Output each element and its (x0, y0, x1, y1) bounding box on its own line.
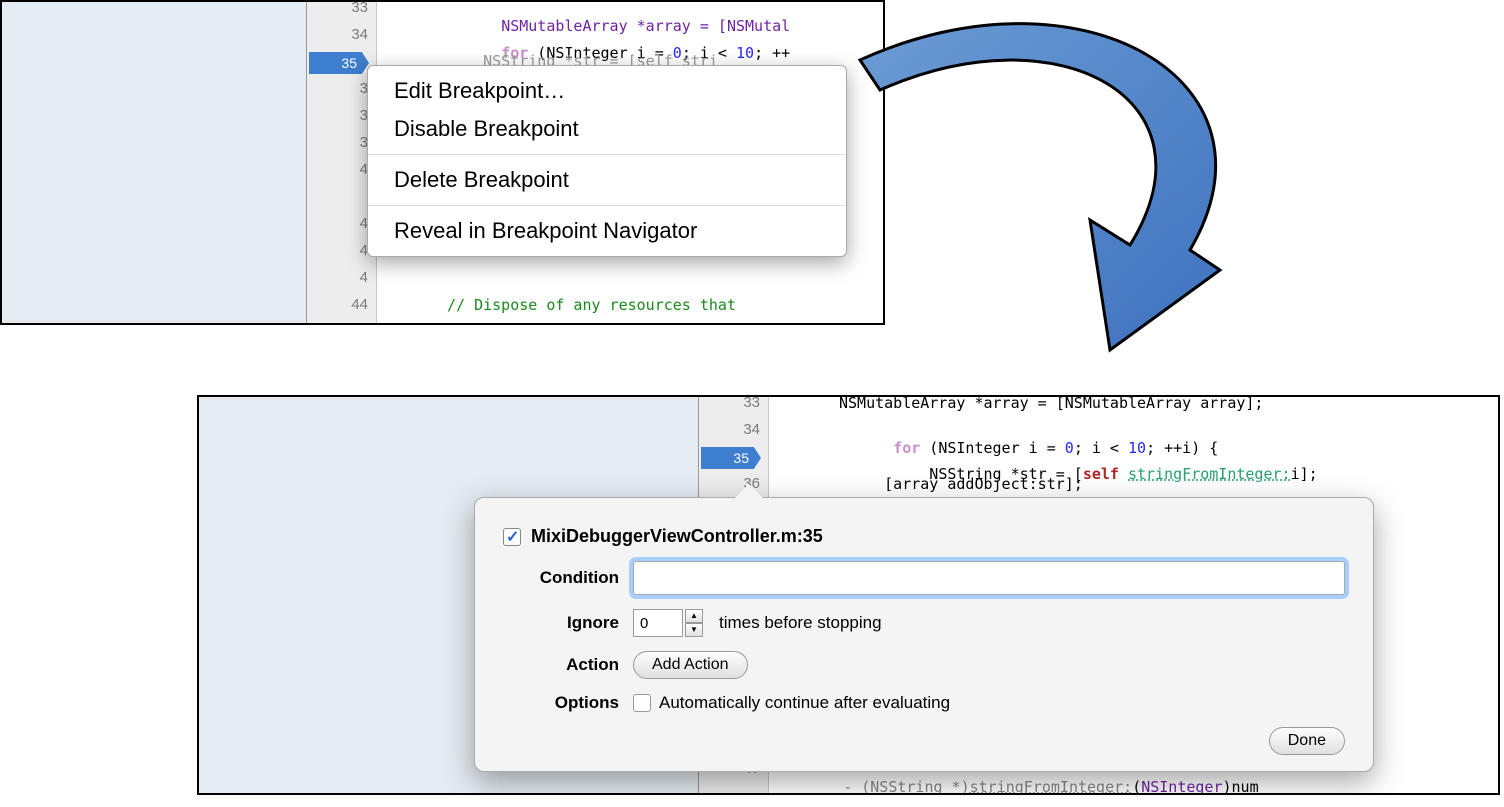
ignore-count-input[interactable] (633, 609, 683, 637)
menu-item-disable-breakpoint[interactable]: Disable Breakpoint (368, 110, 846, 148)
code-line: [array addObject:str]; (839, 475, 1083, 493)
auto-continue-text: Automatically continue after evaluating (659, 693, 950, 713)
condition-input[interactable] (633, 561, 1345, 595)
action-label: Action (503, 655, 633, 675)
stepper-up-icon[interactable]: ▲ (685, 609, 703, 623)
line-number: 34 (743, 421, 760, 438)
menu-separator (368, 154, 846, 155)
line-number: 44 (351, 296, 368, 313)
done-button[interactable]: Done (1269, 727, 1345, 755)
line-number: 34 (351, 26, 368, 43)
top-screenshot-panel: 33 34 3 3 3 4 4 4 4 44 35 NSMutableArray… (0, 0, 885, 325)
breakpoint-context-menu: Edit Breakpoint… Disable Breakpoint Dele… (367, 65, 847, 257)
add-action-button[interactable]: Add Action (633, 651, 748, 679)
breakpoint-editor-popover: MixiDebuggerViewController.m:35 Conditio… (474, 497, 1374, 772)
ignore-label: Ignore (503, 613, 633, 633)
line-number: 33 (351, 0, 368, 16)
ignore-suffix-text: times before stopping (719, 613, 882, 633)
code-line: // Dispose of any resources that (447, 296, 736, 314)
transition-arrow-icon (820, 0, 1320, 390)
condition-label: Condition (503, 568, 633, 588)
menu-item-delete-breakpoint[interactable]: Delete Breakpoint (368, 161, 846, 199)
navigator-sidebar (2, 2, 307, 323)
options-label: Options (503, 693, 633, 713)
breakpoint-marker[interactable]: 35 (701, 447, 761, 469)
breakpoint-enabled-checkbox[interactable] (503, 528, 521, 546)
menu-separator (368, 205, 846, 206)
menu-item-reveal-breakpoint[interactable]: Reveal in Breakpoint Navigator (368, 212, 846, 250)
menu-item-edit-breakpoint[interactable]: Edit Breakpoint… (368, 72, 846, 110)
ignore-stepper[interactable]: ▲ ▼ (685, 609, 703, 637)
auto-continue-checkbox[interactable] (633, 694, 651, 712)
breakpoint-marker[interactable]: 35 (309, 52, 369, 74)
breakpoint-title: MixiDebuggerViewController.m:35 (531, 526, 823, 547)
line-number: 4 (360, 269, 368, 286)
bottom-screenshot-panel: 33 34 36 47 35 NSMutableArray *array = [… (197, 395, 1500, 795)
line-number: 33 (743, 395, 760, 411)
stepper-down-icon[interactable]: ▼ (685, 623, 703, 637)
code-line: NSMutableArray *array = [NSMutableArray … (839, 395, 1263, 412)
